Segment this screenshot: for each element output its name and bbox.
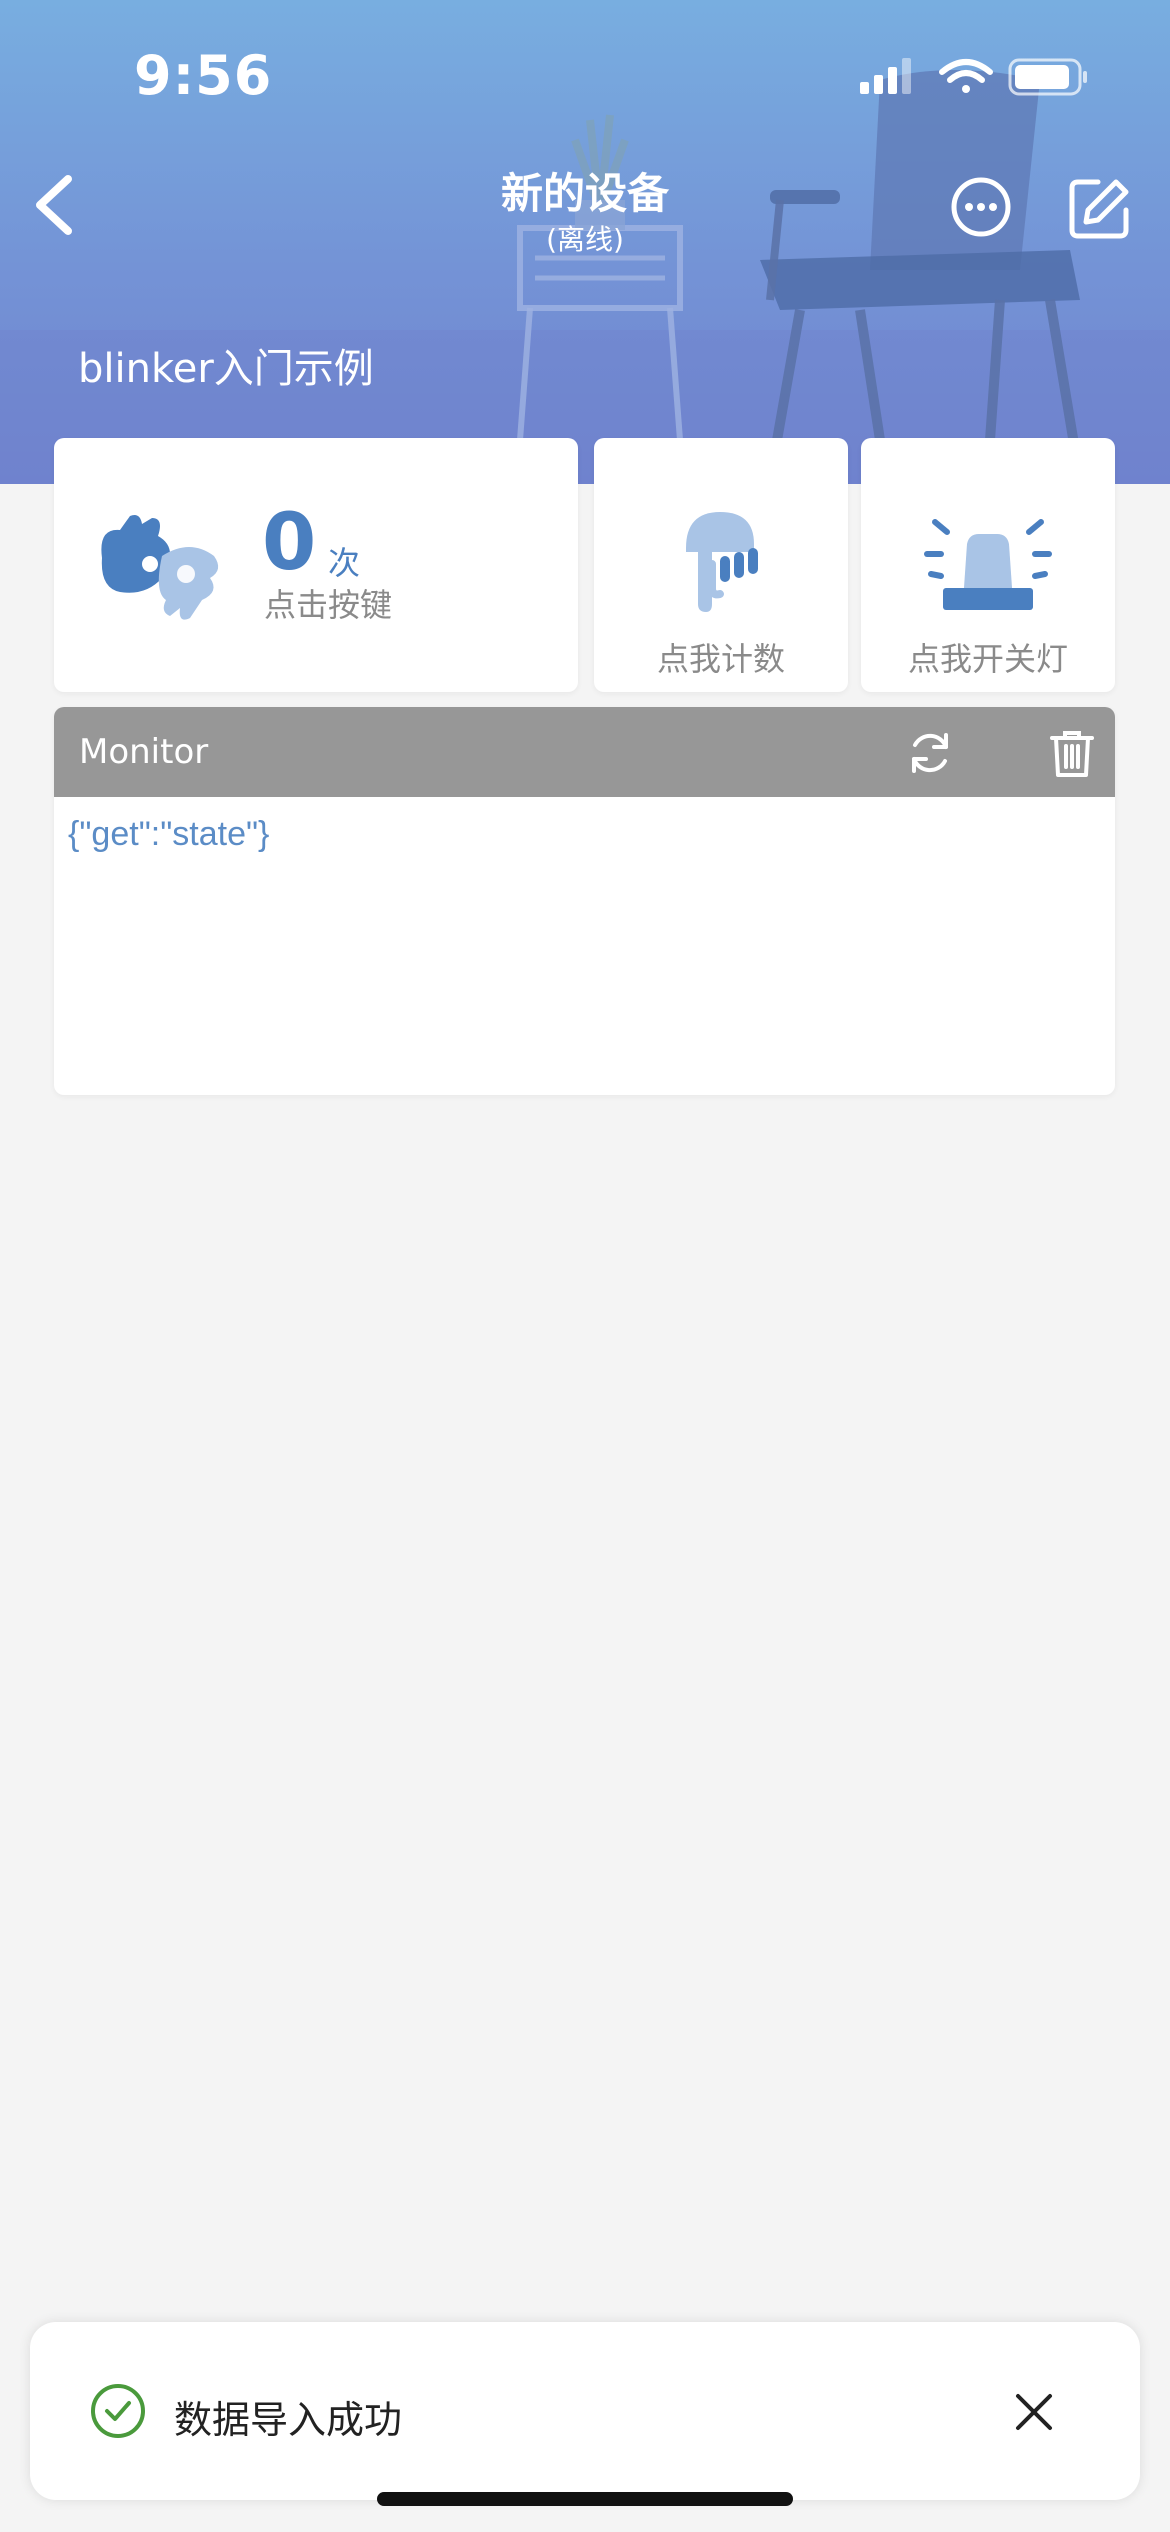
hand-sign-icon — [101, 515, 219, 620]
cellular-signal-icon — [860, 58, 911, 94]
home-indicator[interactable] — [377, 2492, 793, 2506]
status-time: 9:56 — [134, 44, 273, 107]
success-toast: 数据导入成功 — [30, 2322, 1140, 2500]
refresh-icon[interactable] — [906, 729, 954, 777]
close-icon[interactable] — [1012, 2390, 1056, 2434]
monitor-title: Monitor — [79, 732, 209, 772]
press-count-label: 点击按键 — [264, 586, 393, 624]
chevron-left-icon[interactable] — [20, 165, 90, 245]
page-title: 新的设备 — [500, 169, 669, 218]
connection-status: (离线) — [546, 223, 624, 256]
battery-icon — [1008, 58, 1087, 96]
count-button-label: 点我计数 — [656, 640, 785, 678]
status-icons — [860, 54, 1090, 106]
counter-card: 0 次 点击按键 — [54, 438, 578, 692]
more-circle-icon[interactable] — [950, 176, 1012, 238]
monitor-log-line: {"get":"state"} — [68, 815, 270, 853]
status-bar: 9:56 — [0, 0, 1170, 150]
tap-icon — [686, 512, 758, 612]
toast-message: 数据导入成功 — [174, 2398, 403, 2442]
press-count-value: 0 — [262, 498, 317, 588]
device-name: blinker入门示例 — [78, 346, 374, 392]
alarm-light-icon — [924, 519, 1052, 610]
wifi-icon — [939, 59, 993, 93]
monitor-header: Monitor — [54, 707, 1115, 797]
edit-icon[interactable] — [1068, 176, 1132, 240]
count-button[interactable]: 点我计数 — [594, 438, 848, 692]
trash-icon[interactable] — [1049, 729, 1095, 779]
light-toggle-label: 点我开关灯 — [907, 640, 1068, 678]
light-toggle-button[interactable]: 点我开关灯 — [861, 438, 1115, 692]
monitor-panel: Monitor {"get":"state"} — [54, 707, 1115, 1095]
press-count-unit: 次 — [328, 544, 361, 582]
check-circle-icon — [91, 2384, 145, 2438]
